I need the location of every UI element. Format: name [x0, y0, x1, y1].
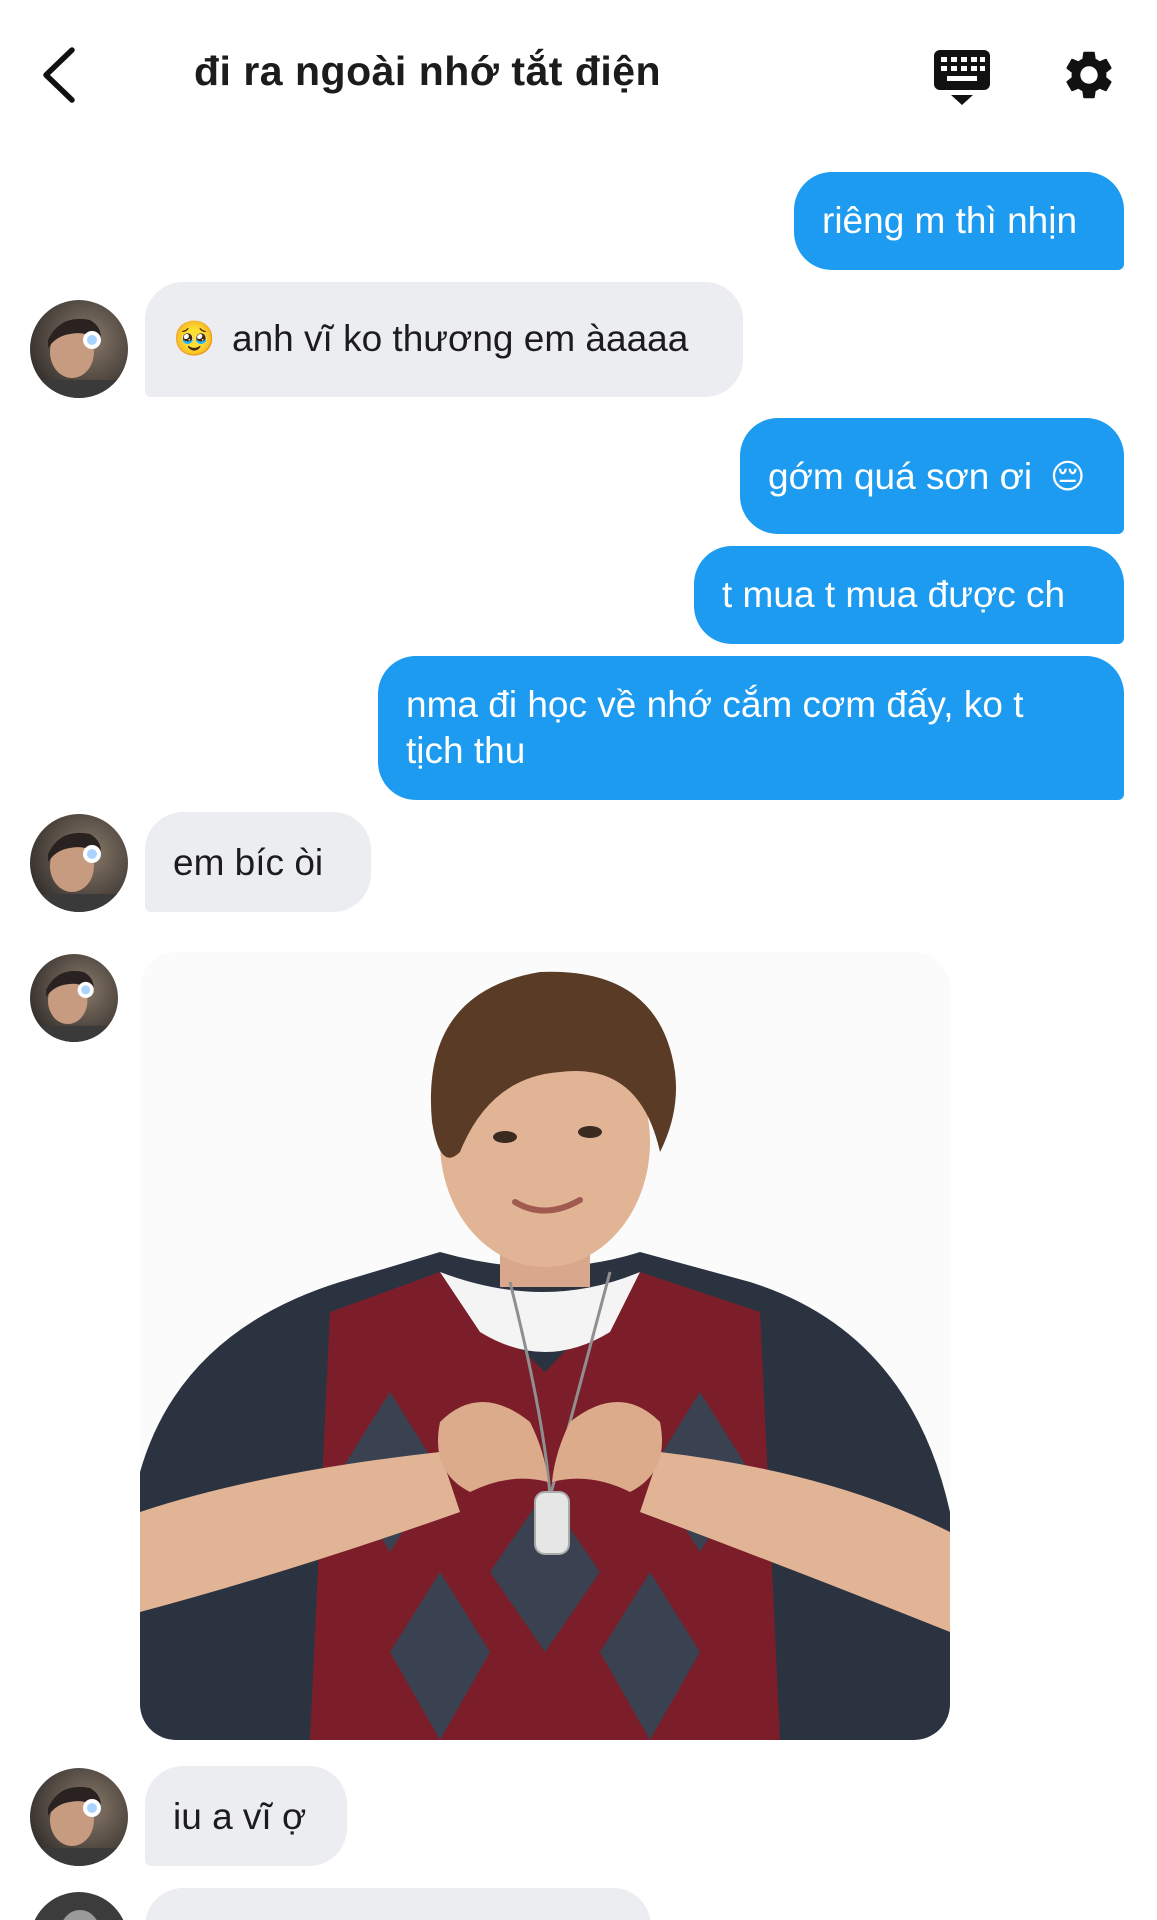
message-bubble-outgoing[interactable]: nma đi học về nhớ cắm cơm đấy, ko t tịch…: [378, 656, 1124, 800]
keyboard-icon: [934, 50, 990, 105]
conversation-title[interactable]: đi ra ngoài nhớ tắt điện: [194, 48, 661, 95]
keyboard-button[interactable]: [932, 46, 992, 108]
message-text: riêng m thì nhịn: [822, 200, 1078, 241]
avatar[interactable]: [30, 300, 128, 398]
emoji-pensive: 😔: [1050, 458, 1086, 496]
message-text-line-1: nma đi học về nhớ cắm cơm đấy, ko t: [406, 684, 1024, 725]
message-bubble-outgoing[interactable]: riêng m thì nhịn: [794, 172, 1124, 270]
message-text: em bíc òi: [173, 842, 324, 883]
message-bubble-incoming[interactable]: em bíc òi: [145, 812, 371, 912]
message-text: gớm quá sơn ơi: [768, 456, 1033, 497]
message-bubble-incoming[interactable]: 🥹 anh vĩ ko thương em àaaaa: [145, 282, 743, 397]
avatar[interactable]: [30, 814, 128, 912]
message-text-line-2: tịch thu: [406, 730, 526, 771]
avatar[interactable]: [30, 1768, 128, 1866]
message-bubble-outgoing[interactable]: t mua t mua được ch: [694, 546, 1124, 644]
message-text: iu a vĩ ợ: [173, 1796, 307, 1837]
chevron-left-icon: [43, 47, 75, 103]
settings-button[interactable]: [1060, 46, 1118, 104]
avatar[interactable]: [30, 1892, 128, 1920]
message-text: t mua t mua được ch: [722, 574, 1066, 615]
message-bubble-incoming-partial[interactable]: [145, 1888, 651, 1920]
photo-boy-heart-hands: [140, 952, 950, 1740]
emoji-pleading: 🥹: [173, 320, 216, 358]
gear-icon: [1066, 51, 1112, 99]
chat-header: đi ra ngoài nhớ tắt điện: [0, 0, 1157, 150]
message-text: anh vĩ ko thương em àaaaa: [232, 318, 689, 359]
message-bubble-incoming[interactable]: iu a vĩ ợ: [145, 1766, 347, 1866]
avatar[interactable]: [30, 954, 118, 1042]
back-button[interactable]: [34, 42, 94, 108]
photo-message[interactable]: [140, 952, 950, 1740]
message-bubble-outgoing[interactable]: gớm quá sơn ơi 😔: [740, 418, 1124, 534]
